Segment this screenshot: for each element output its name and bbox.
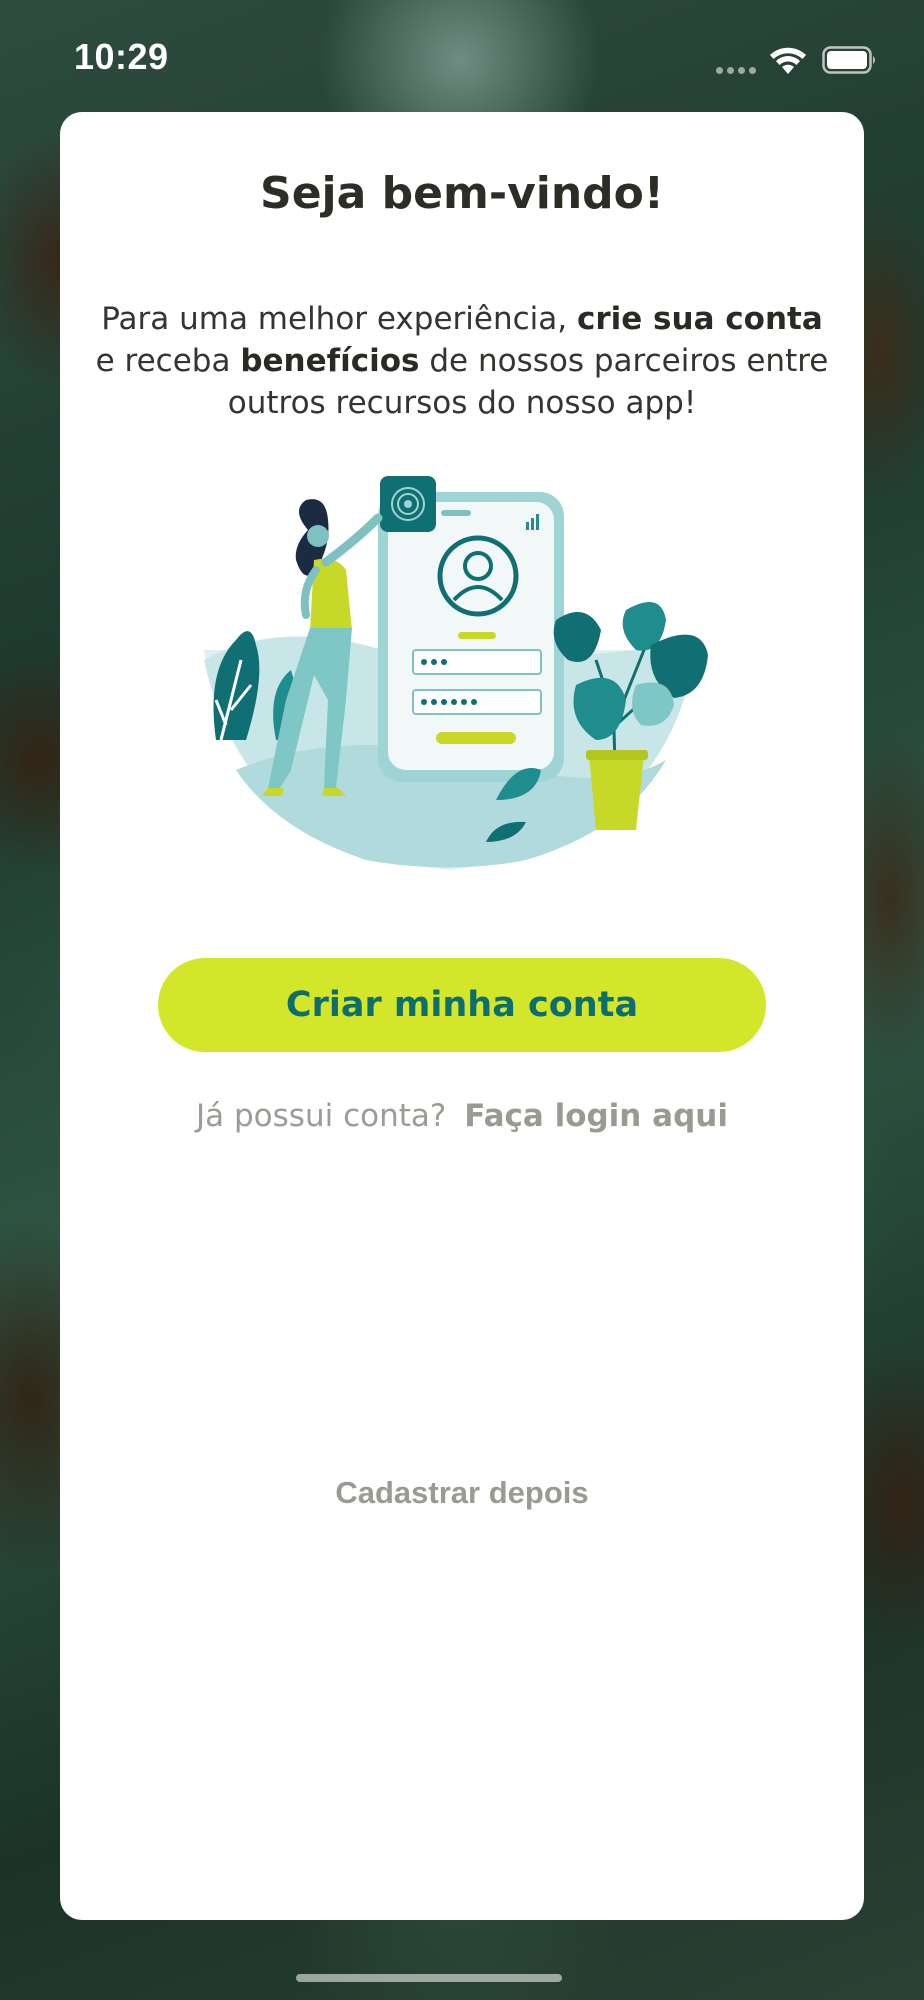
wifi-icon	[770, 47, 806, 74]
intro-text: Para uma melhor experiência, crie sua co…	[90, 298, 834, 424]
intro-text-part: e receba	[95, 343, 241, 379]
intro-text-bold: crie sua conta	[576, 301, 823, 337]
page-title: Seja bem-vindo!	[260, 168, 664, 219]
status-time: 10:29	[74, 36, 169, 77]
register-later-button[interactable]: Cadastrar depois	[262, 1468, 662, 1518]
login-link[interactable]: Faça login aqui	[464, 1098, 728, 1134]
signal-icon	[716, 64, 760, 74]
login-prompt: Já possui conta?	[196, 1098, 447, 1134]
intro-text-part: Para uma melhor experiência,	[101, 301, 577, 337]
intro-text-bold: benefícios	[240, 343, 420, 379]
login-row: Já possui conta? Faça login aqui	[0, 1098, 924, 1134]
home-indicator	[296, 1974, 562, 1982]
create-account-button[interactable]: Criar minha conta	[158, 958, 766, 1052]
signup-illustration	[204, 476, 708, 870]
battery-icon	[822, 46, 875, 74]
status-bar: 10:29	[0, 0, 924, 110]
